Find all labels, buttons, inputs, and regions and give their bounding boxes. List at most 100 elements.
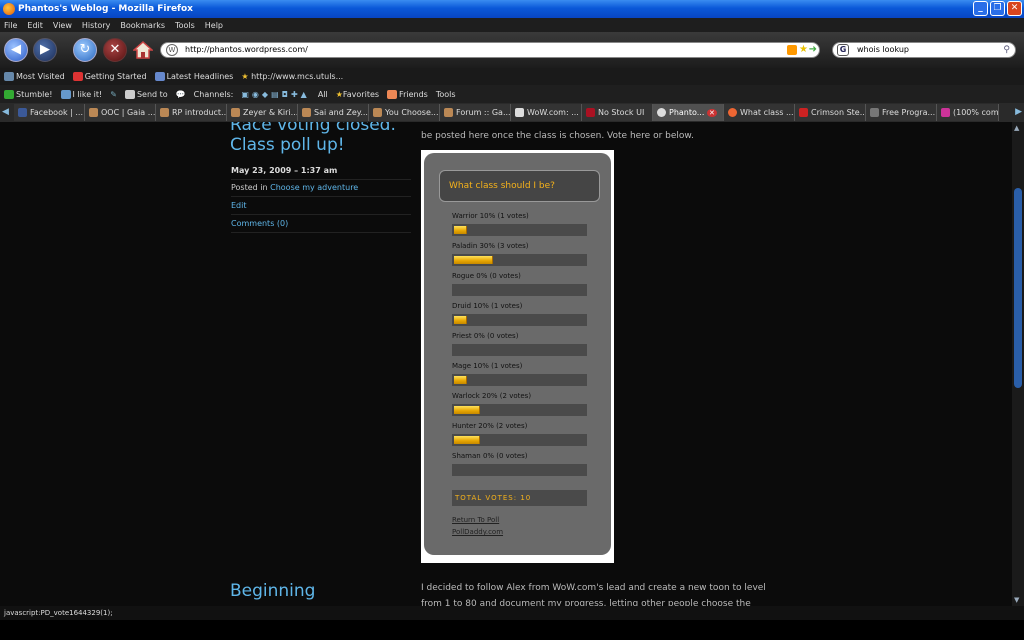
home-button[interactable] xyxy=(132,40,154,60)
tab-you-choose[interactable]: You Choose... xyxy=(369,104,440,121)
window-title: Phantos's Weblog - Mozilla Firefox xyxy=(18,4,193,14)
post-category-line: Posted in Choose my adventure xyxy=(231,183,358,192)
menu-edit[interactable]: Edit xyxy=(27,21,43,30)
thumbs-down-button[interactable]: ✎ xyxy=(110,90,117,99)
poll-option-label: Paladin 30% (3 votes) xyxy=(452,242,529,250)
poll-option-label: Druid 10% (1 votes) xyxy=(452,302,523,310)
stumble-button[interactable]: Stumble! xyxy=(4,89,53,99)
tab-scroll-right-icon[interactable]: ▶ xyxy=(1015,107,1022,117)
post2-title[interactable]: Beginning xyxy=(230,580,315,602)
tab-100-com[interactable]: (100% com... xyxy=(937,104,999,121)
poll-option-bar xyxy=(452,464,587,476)
window-titlebar: Phantos's Weblog - Mozilla Firefox _ ❐ ✕ xyxy=(0,0,1024,18)
post-title-line2[interactable]: Class poll up! xyxy=(230,134,345,156)
tab-facebook[interactable]: Facebook | ... xyxy=(14,104,85,121)
tab-zeyer-kiri[interactable]: Zeyer & Kiri... xyxy=(227,104,298,121)
friends-button[interactable]: Friends xyxy=(387,89,428,99)
firefox-icon xyxy=(3,3,15,15)
search-icon[interactable]: ⚲ xyxy=(1003,43,1010,57)
channel-all-button[interactable]: All xyxy=(318,90,328,99)
back-button[interactable]: ◀ xyxy=(4,38,28,62)
menu-history[interactable]: History xyxy=(82,21,110,30)
toolbar-tools-button[interactable]: Tools xyxy=(436,90,456,99)
tab-phantos-active[interactable]: Phanto... ✕ xyxy=(653,104,724,121)
tab-sai-and-zey[interactable]: Sai and Zey... xyxy=(298,104,369,121)
menu-view[interactable]: View xyxy=(53,21,72,30)
scrollbar-thumb[interactable] xyxy=(1014,188,1022,388)
meta-divider xyxy=(231,179,411,180)
close-button[interactable]: ✕ xyxy=(1007,1,1022,16)
tab-free-progra[interactable]: Free Progra... xyxy=(866,104,937,121)
tab-wow-com[interactable]: WoW.com: ... xyxy=(511,104,582,121)
favorites-button[interactable]: ★Favorites xyxy=(336,90,379,99)
page-content: Race voting closed. Class poll up! May 2… xyxy=(0,122,1012,606)
go-arrow-icon[interactable]: ➜ xyxy=(809,43,817,57)
post-date: May 23, 2009 – 1:37 am xyxy=(231,166,338,175)
forward-button[interactable]: ▶ xyxy=(33,38,57,62)
bookmarks-toolbar: Most Visited Getting Started Latest Head… xyxy=(0,68,1024,85)
poll-option-bar xyxy=(452,254,587,266)
poll-option-label: Shaman 0% (0 votes) xyxy=(452,452,528,460)
star-bookmark-icon: ★ xyxy=(241,72,249,81)
vertical-scrollbar[interactable]: ▲ ▼ xyxy=(1012,122,1024,606)
poll-question: What class should I be? xyxy=(439,170,600,202)
category-link[interactable]: Choose my adventure xyxy=(270,183,358,192)
tab-scroll-left-icon[interactable]: ◀ xyxy=(2,107,9,117)
bookmark-most-visited[interactable]: Most Visited xyxy=(4,72,65,81)
url-bar[interactable]: W http://phantos.wordpress.com/ ★ ➜ xyxy=(160,42,820,58)
menu-help[interactable]: Help xyxy=(205,21,223,30)
poll-option-label: Warlock 20% (2 votes) xyxy=(452,392,532,400)
poll-option-bar xyxy=(452,374,587,386)
send-icon xyxy=(124,89,135,99)
return-to-poll-link[interactable]: Return To Poll xyxy=(452,516,499,524)
chat-icon[interactable]: 💬 xyxy=(176,90,186,99)
taskbar xyxy=(0,620,1024,640)
poll-option-fill xyxy=(454,316,467,324)
bookmark-latest-headlines[interactable]: Latest Headlines xyxy=(154,72,233,81)
poll-option-fill xyxy=(454,376,467,384)
poll-option-bar xyxy=(452,344,587,356)
maximize-button[interactable]: ❐ xyxy=(990,1,1005,16)
reload-icon: ↻ xyxy=(79,42,91,57)
tab-forum-gaia[interactable]: Forum :: Ga... xyxy=(440,104,511,121)
star-icon[interactable]: ★ xyxy=(799,43,808,57)
tab-no-stock-ui[interactable]: No Stock UI xyxy=(582,104,653,121)
home-icon xyxy=(132,40,154,59)
menu-bookmarks[interactable]: Bookmarks xyxy=(120,21,165,30)
tab-crimson-ste[interactable]: Crimson Ste... xyxy=(795,104,866,121)
friends-icon xyxy=(387,89,398,99)
minimize-button[interactable]: _ xyxy=(973,1,988,16)
url-text: http://phantos.wordpress.com/ xyxy=(185,45,308,54)
poll-option-label: Warrior 10% (1 votes) xyxy=(452,212,529,220)
tab-rp-introduct[interactable]: RP introduct... xyxy=(156,104,227,121)
poll-widget: What class should I be? Warrior 10% (1 v… xyxy=(421,150,614,563)
tab-what-class[interactable]: What class ... xyxy=(724,104,795,121)
favorites-star-icon: ★ xyxy=(335,89,343,99)
scroll-down-icon[interactable]: ▼ xyxy=(1014,596,1022,604)
menu-file[interactable]: File xyxy=(4,21,17,30)
tab-strip: ◀ Facebook | ... OOC | Gaia ... RP intro… xyxy=(0,103,1024,122)
tab-ooc-gaia[interactable]: OOC | Gaia ... xyxy=(85,104,156,121)
rss-icon[interactable] xyxy=(787,45,797,55)
stop-button[interactable]: ✕ xyxy=(103,38,127,62)
close-tab-icon[interactable]: ✕ xyxy=(706,109,717,117)
comments-link[interactable]: Comments (0) xyxy=(231,219,288,228)
reload-button[interactable]: ↻ xyxy=(73,38,97,62)
forward-arrow-icon: ▶ xyxy=(40,42,50,57)
poll-option-label: Rogue 0% (0 votes) xyxy=(452,272,521,280)
google-search-engine-icon[interactable]: G xyxy=(837,44,849,56)
posted-in-label: Posted in xyxy=(231,183,268,192)
status-bar: javascript:PD_vote1644329(1); xyxy=(0,606,1024,620)
i-like-it-button[interactable]: I like it! xyxy=(60,89,102,99)
polldaddy-link[interactable]: PollDaddy.com xyxy=(452,528,503,536)
bookmark-folder-icon xyxy=(4,72,14,81)
search-box[interactable]: G whois lookup ⚲ xyxy=(832,42,1016,58)
bookmark-getting-started[interactable]: Getting Started xyxy=(72,72,147,81)
edit-link[interactable]: Edit xyxy=(231,201,247,210)
send-to-button[interactable]: Send to xyxy=(124,89,168,99)
bookmark-mcs-utuls[interactable]: ★ http://www.mcs.utuls... xyxy=(241,72,343,81)
scroll-up-icon[interactable]: ▲ xyxy=(1014,124,1022,132)
channel-icons[interactable]: ▣◉◆▤◘✚▲ xyxy=(241,90,309,99)
menu-tools[interactable]: Tools xyxy=(175,21,195,30)
menu-bar: File Edit View History Bookmarks Tools H… xyxy=(0,18,1024,32)
